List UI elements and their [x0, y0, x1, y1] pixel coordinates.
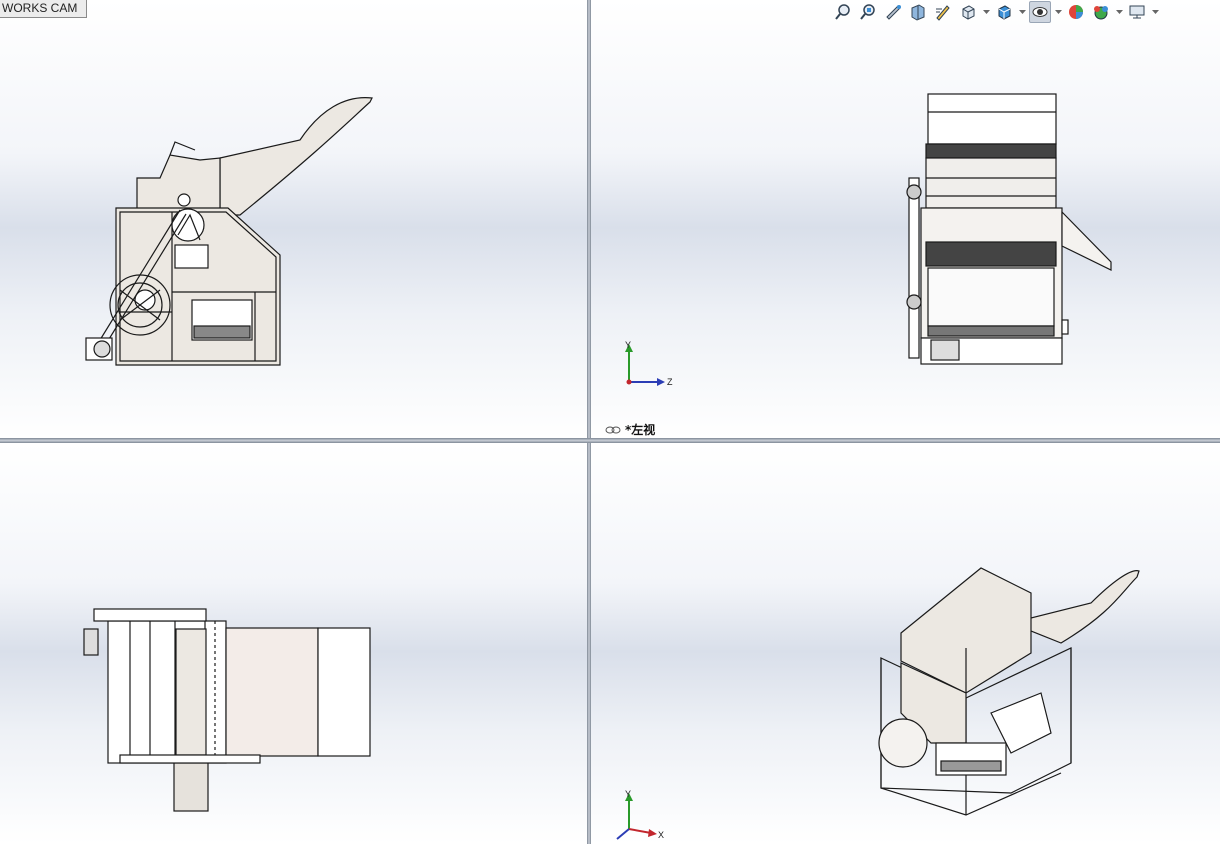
viewport-front[interactable]: WORKS CAM: [0, 0, 587, 438]
model-top-view[interactable]: [0, 443, 587, 844]
chevron-down-icon[interactable]: [982, 1, 990, 23]
triad-iso-x-label: X: [658, 830, 664, 840]
heads-up-view-toolbar: [832, 0, 1159, 24]
triad-z-label: Z: [667, 377, 673, 387]
model-isometric-view[interactable]: [591, 443, 1220, 844]
dynamic-annotation-icon[interactable]: [932, 1, 954, 23]
chevron-down-icon[interactable]: [1115, 1, 1123, 23]
display-style-icon[interactable]: [993, 1, 1015, 23]
previous-view-icon[interactable]: [882, 1, 904, 23]
triad-y-label: Y: [625, 340, 631, 350]
link-views-icon[interactable]: [605, 425, 621, 435]
edit-appearance-icon[interactable]: [1065, 1, 1087, 23]
section-view-icon[interactable]: [907, 1, 929, 23]
view-settings-icon[interactable]: [1126, 1, 1148, 23]
chevron-down-icon[interactable]: [1054, 1, 1062, 23]
triad-iso-y-label: Y: [625, 789, 631, 799]
apply-scene-icon[interactable]: [1090, 1, 1112, 23]
hide-show-items-icon[interactable]: [1029, 1, 1051, 23]
model-left-view[interactable]: [591, 0, 1220, 438]
axis-triad: Y Z: [625, 340, 673, 387]
viewport-name-label: *左视: [605, 421, 655, 438]
chevron-down-icon[interactable]: [1018, 1, 1026, 23]
vertical-splitter[interactable]: [587, 0, 591, 844]
model-front-view[interactable]: [0, 0, 587, 438]
horizontal-splitter[interactable]: [0, 438, 1220, 443]
zoom-to-area-icon[interactable]: [857, 1, 879, 23]
viewport-isometric[interactable]: Y X: [591, 443, 1220, 844]
view-orientation-icon[interactable]: [957, 1, 979, 23]
chevron-down-icon[interactable]: [1151, 1, 1159, 23]
axis-triad-iso: Y X: [616, 789, 664, 840]
viewport-top[interactable]: [0, 443, 587, 844]
view-name-text: *左视: [625, 423, 656, 437]
zoom-to-fit-icon[interactable]: [832, 1, 854, 23]
viewport-left[interactable]: Y Z: [591, 0, 1220, 438]
